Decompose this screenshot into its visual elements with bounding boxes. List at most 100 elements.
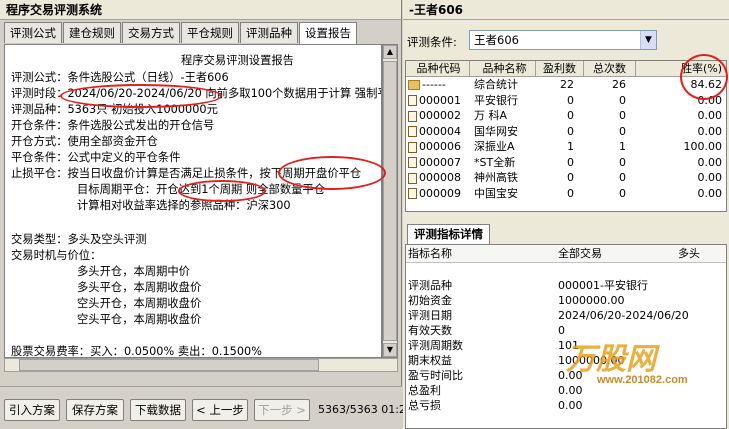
row-total: 0 [619,155,626,169]
previous-step-button[interactable]: < 上一步 [192,399,248,421]
report-line: 平仓条件：公式中定义的平仓条件 [11,151,181,164]
metric-details-body: 评测品种 000001-平安银行 初始资金 1000000.00 评测日期 2024/06… [406,263,726,413]
table-row[interactable]: 000002 万 科A 0 0 0.00 [406,108,726,124]
file-icon [408,110,417,122]
col-long: 多头 [678,247,700,260]
row-name: 万 科A [474,109,508,122]
table-row[interactable]: 000009 中国宝安 0 0 0.00 [406,186,726,202]
row-name: 神州高铁 [474,171,518,184]
report-line: 评测公式：条件选股公式（日线）-王者606 [11,71,229,84]
row-code: 000008 [419,171,461,184]
condition-select[interactable]: 王者606 ▼ [469,30,657,50]
row-total: 0 [619,93,626,107]
condition-label: 评测条件: [407,35,457,49]
row-code-cell: 000006 [406,139,470,155]
file-icon [408,141,417,153]
metric-row: 盈亏时间比 0.00 [406,368,726,383]
row-win-rate: 100.00 [683,140,723,153]
table-row[interactable]: 000007 *ST全新 0 0 0.00 [406,155,726,171]
bottom-button-bar: 引入方案 保存方案 下载数据 < 上一步 下一步 > 5363/5363 01:… [0,386,406,429]
report-line: 股票交易费率：买入：0.0500% 卖出：0.1500% [11,345,262,358]
metric-value: 2024/06/20-2024/06/20 [558,309,689,322]
settings-report-text: 程序交易评测设置报告 评测公式：条件选股公式（日线）-王者606 评测时段：20… [4,44,382,358]
metric-name: 初始资金 [408,294,452,307]
report-vertical-scrollbar[interactable]: ▲ ▼ [382,44,398,358]
row-code-cell: ------ [406,77,470,93]
col-win-rate[interactable]: 胜率(%) [636,61,726,76]
metric-row: 总盈利 0.00 [406,383,726,398]
row-win-rate: 0.00 [697,93,723,107]
report-line: 评测时段：2024/06/20-2024/06/20 向前多取100个数据用于计… [11,87,382,100]
row-win-rate: 0.00 [697,155,723,169]
metric-name: 评测周期数 [408,339,463,352]
folder-icon [408,80,420,90]
tab-open-rules[interactable]: 建仓规则 [63,22,121,43]
metric-row [406,263,726,278]
row-total: 1 [619,140,626,153]
scroll-up-icon[interactable]: ▲ [383,45,397,59]
file-icon [408,172,417,184]
results-table: 品种代码 品种名称 盈利数 总次数 胜率(%) ------ 综合统计 22 26 84… [405,60,727,212]
report-heading: 程序交易评测设置报告 [181,54,294,67]
report-line: 交易类型：多头及空头评测 [11,233,147,246]
import-plan-button[interactable]: 引入方案 [4,399,60,421]
tab-formula[interactable]: 评测公式 [4,22,62,43]
window-title: 程序交易评测系统 [0,0,401,20]
metric-value: 101 [558,339,579,352]
chevron-down-icon[interactable]: ▼ [640,31,656,49]
row-total: 26 [612,78,626,91]
download-data-button[interactable]: 下载数据 [130,399,186,421]
scroll-down-icon[interactable]: ▼ [383,343,397,357]
table-row[interactable]: 000008 神州高铁 0 0 0.00 [406,170,726,186]
row-code-cell: 000008 [406,170,470,186]
row-profit: 0 [567,186,574,200]
results-table-body: ------ 综合统计 22 26 84.62 000001 平安银行 0 0 0.00 00000… [406,77,726,201]
tab-metric-details[interactable]: 评测指标详情 [407,224,490,244]
file-icon [408,126,417,137]
tab-settings-report[interactable]: 设置报告 [299,22,357,44]
row-win-rate: 0.00 [697,171,723,184]
metric-details-table: 指标名称 全部交易 多头 评测品种 000001-平安银行 初始资金 1000000.… [405,244,727,429]
report-line: 空头平仓，本周期收盘价 [77,313,202,326]
col-profit[interactable]: 盈利数 [536,61,584,76]
evaluation-result-window: -王者606 评测条件: 王者606 ▼ 品种代码 品种名称 盈利数 总次数 胜… [403,0,729,429]
tab-instruments[interactable]: 评测品种 [240,22,298,43]
row-total: 0 [619,171,626,184]
scroll-thumb[interactable] [19,359,319,371]
table-row[interactable]: 000001 平安银行 0 0 0.00 [406,93,726,109]
report-horizontal-scrollbar[interactable] [4,358,398,372]
row-name: *ST全新 [474,155,516,169]
row-name: 深振业A [474,140,515,153]
row-code: 000001 [419,93,461,107]
report-line: 开仓方式：使用全部资金开仓 [11,135,158,148]
row-code-cell: 000001 [406,93,470,109]
condition-selected-value: 王者606 [474,33,519,47]
tab-close-rules[interactable]: 平仓规则 [181,22,239,43]
col-name[interactable]: 品种名称 [470,61,536,76]
tab-trade-mode[interactable]: 交易方式 [122,22,180,43]
next-step-button[interactable]: 下一步 > [254,399,310,421]
metric-row: 评测日期 2024/06/20-2024/06/20 [406,308,726,323]
result-window-title: -王者606 [403,0,729,20]
row-code-cell: 000009 [406,186,470,202]
report-line: 开仓条件：条件选股公式发出的开仓信号 [11,119,215,132]
row-total: 0 [619,109,626,122]
scroll-thumb[interactable] [383,61,397,341]
col-metric-name: 指标名称 [408,247,452,260]
table-row[interactable]: ------ 综合统计 22 26 84.62 [406,77,726,93]
report-line: 多头开仓，本周期中价 [77,265,190,278]
table-row[interactable]: 000004 国华网安 0 0 0.00 [406,124,726,140]
metric-value: 0.00 [558,384,583,397]
row-profit: 22 [560,78,574,91]
row-profit: 0 [567,171,574,184]
metric-value: 000001-平安银行 [558,279,648,292]
row-code-cell: 000004 [406,124,470,140]
save-plan-button[interactable]: 保存方案 [66,399,124,421]
progress-status: 5363/5363 01:2 [318,403,406,416]
row-win-rate: 0.00 [697,109,723,122]
col-total[interactable]: 总次数 [584,61,636,76]
table-row[interactable]: 000006 深振业A 1 1 100.00 [406,139,726,155]
col-code[interactable]: 品种代码 [406,61,470,76]
metric-name: 盈亏时间比 [408,369,463,382]
metric-row: 评测品种 000001-平安银行 [406,278,726,293]
